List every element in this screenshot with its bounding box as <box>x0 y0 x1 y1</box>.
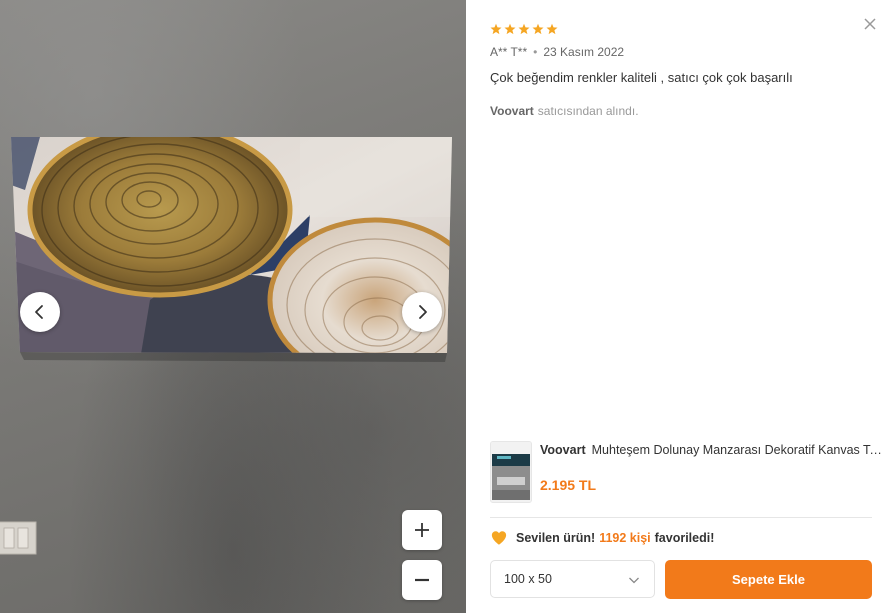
size-select-value: 100 x 50 <box>504 572 552 586</box>
product-price: 2.195 TL <box>540 477 597 493</box>
zoom-in-button[interactable] <box>402 510 442 550</box>
seller-suffix: satıcısından alındı. <box>537 104 639 118</box>
chevron-right-icon <box>419 305 427 319</box>
reviewer-info: A** T** • 23 Kasım 2022 <box>490 45 624 59</box>
product-card[interactable]: Voovart Muhteşem Dolunay Manzarası Dekora… <box>490 441 885 503</box>
close-icon[interactable] <box>862 16 878 32</box>
reviewer-name: A** T** <box>490 45 528 59</box>
favorite-info: Sevilen ürün! 1192 kişi favoriledi! <box>490 529 714 547</box>
product-title[interactable]: Voovart Muhteşem Dolunay Manzarası Dekora… <box>540 443 885 457</box>
next-photo-button[interactable] <box>402 292 442 332</box>
favorite-suffix: favoriledi! <box>654 531 715 545</box>
previous-photo-button[interactable] <box>20 292 60 332</box>
star-icon <box>546 23 558 35</box>
review-date: 23 Kasım 2022 <box>543 45 625 59</box>
rating-stars <box>490 23 558 35</box>
chevron-left-icon <box>35 305 43 319</box>
seller-name[interactable]: Voovart <box>490 104 534 118</box>
star-icon <box>490 23 502 35</box>
add-to-cart-button[interactable]: Sepete Ekle <box>665 560 872 599</box>
plus-icon <box>415 523 429 537</box>
seller-info: Voovart satıcısından alındı. <box>490 104 639 118</box>
favorite-count: 1192 kişi <box>599 531 651 545</box>
review-details-panel: A** T** • 23 Kasım 2022 Çok beğendim renkl… <box>466 0 894 613</box>
divider <box>490 517 872 518</box>
product-thumbnail[interactable] <box>490 441 532 503</box>
review-comment: Çok beğendim renkler kaliteli , satıcı ç… <box>490 70 793 85</box>
review-photo-viewer <box>0 0 466 613</box>
zoom-out-button[interactable] <box>402 560 442 600</box>
star-icon <box>532 23 544 35</box>
product-brand: Voovart <box>540 443 586 457</box>
chevron-down-icon <box>629 577 639 584</box>
product-thumbnail-image <box>491 442 531 502</box>
favorite-label: Sevilen ürün! <box>516 531 596 545</box>
minus-icon <box>415 578 429 582</box>
review-photo <box>0 137 452 555</box>
size-select[interactable]: 100 x 50 <box>490 560 655 598</box>
heart-icon <box>491 531 507 545</box>
star-icon <box>518 23 530 35</box>
product-name: Muhteşem Dolunay Manzarası Dekoratif Kan… <box>591 443 885 457</box>
separator-dot: • <box>533 45 538 59</box>
star-icon <box>504 23 516 35</box>
